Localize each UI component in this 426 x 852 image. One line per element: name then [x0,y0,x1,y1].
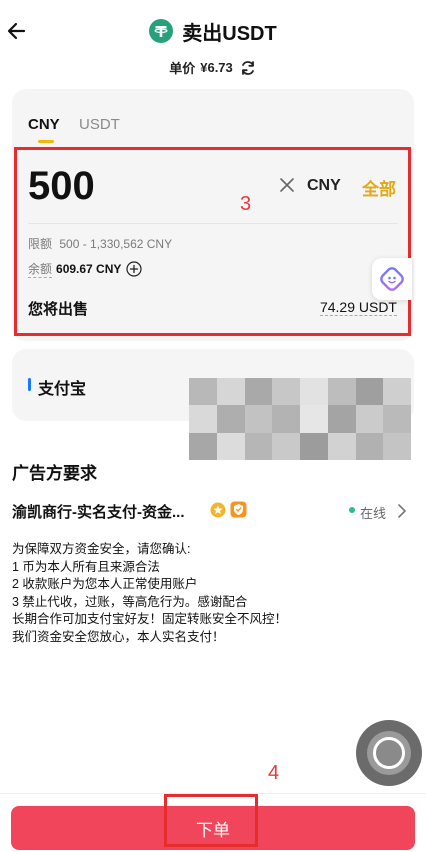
header: 卖出USDT [0,0,426,62]
title-wrap: 卖出USDT [0,18,426,45]
merchant-badge-icon [230,501,247,518]
merchant-name[interactable]: 渝凯商行-实名支付-资金... [12,501,185,522]
annotation-box-4 [164,794,258,847]
mosaic-cell [244,432,273,460]
terms-line: 为保障双方资金安全，请您确认: [12,542,191,556]
advertiser-terms: 为保障双方资金安全，请您确认: 1 币为本人所有且来源合法 2 收款账户为您本人… [12,541,287,646]
mosaic-cell [272,378,300,406]
ai-assistant-widget[interactable] [372,258,412,300]
mosaic-cell [383,432,411,460]
mosaic-cell [189,405,217,433]
mosaic-cell [300,432,328,460]
mosaic-cell [355,432,384,460]
mosaic-cell [383,378,411,406]
alipay-indicator [28,378,31,391]
mosaic-cell [355,378,384,406]
refresh-icon[interactable] [239,59,257,77]
mosaic-cell [216,405,245,433]
verified-badge-icon [210,502,226,518]
limit-value: 500 - 1,330,562 CNY [59,237,173,251]
mosaic-cell [244,405,273,433]
floating-assist-icon [367,731,411,775]
online-status-dot [349,507,355,513]
mosaic-cell [327,432,356,460]
limit-label: 限额 [28,237,53,251]
page-title: 卖出USDT [182,22,277,45]
mosaic-cell [355,405,384,433]
clear-icon[interactable] [279,177,295,193]
mosaic-cell [327,405,356,433]
tab-active-indicator [38,140,54,143]
tab-usdt[interactable]: USDT [79,116,120,133]
currency-unit: CNY [307,177,341,194]
annotation-label-4: 4 [268,762,280,784]
tether-logo-icon [149,19,174,43]
pixelated-account-info [189,378,411,460]
mosaic-cell [383,405,411,433]
tab-cny[interactable]: CNY [28,116,60,133]
terms-line: 3 禁止代收，过账，等高危行为。感谢配合 [12,594,248,609]
balance-value: 609.67 CNY [56,262,122,276]
balance-row: 余额 609.67 CNY [28,260,142,278]
terms-line: 我们资金安全您放心，本人实名支付！ [12,629,225,644]
balance-label: 余额 [28,262,53,278]
terms-line: 长期合作可加支付宝好友！固定转账安全不风控！ [12,612,288,626]
terms-line: 1 币为本人所有且来源合法 [12,559,160,574]
unit-price-row: 单价 ¥6.73 [0,58,426,77]
payment-method-label: 支付宝 [38,381,87,398]
divider [28,223,398,224]
mosaic-cell [216,378,245,406]
floating-assist-button[interactable] [356,720,422,786]
online-status: 在线 [360,506,387,521]
price-label: 单价 [169,61,196,76]
mosaic-cell [272,432,300,460]
sell-label: 您将出售 [28,301,89,318]
ai-assistant-icon [380,267,404,291]
section-title: 广告方要求 [12,464,97,483]
all-button[interactable]: 全部 [362,175,396,200]
terms-line: 2 收款账户为您本人正常使用账户 [12,577,198,591]
amount-input[interactable]: 500 [28,164,95,209]
mosaic-cell [300,405,328,433]
plus-circle-icon[interactable] [126,261,142,277]
chevron-right-icon[interactable] [397,503,407,519]
mosaic-cell [189,378,217,406]
sell-value: 74.29 USDT [319,299,397,316]
mosaic-cell [327,378,356,406]
mosaic-cell [189,432,217,460]
price-value: ¥6.73 [200,60,233,75]
mosaic-cell [272,405,300,433]
limit-row: 限额 500 - 1,330,562 CNY [28,235,172,252]
mosaic-cell [216,432,245,460]
mosaic-cell [244,378,273,406]
annotation-label-3: 3 [240,193,252,215]
mosaic-cell [300,378,328,406]
